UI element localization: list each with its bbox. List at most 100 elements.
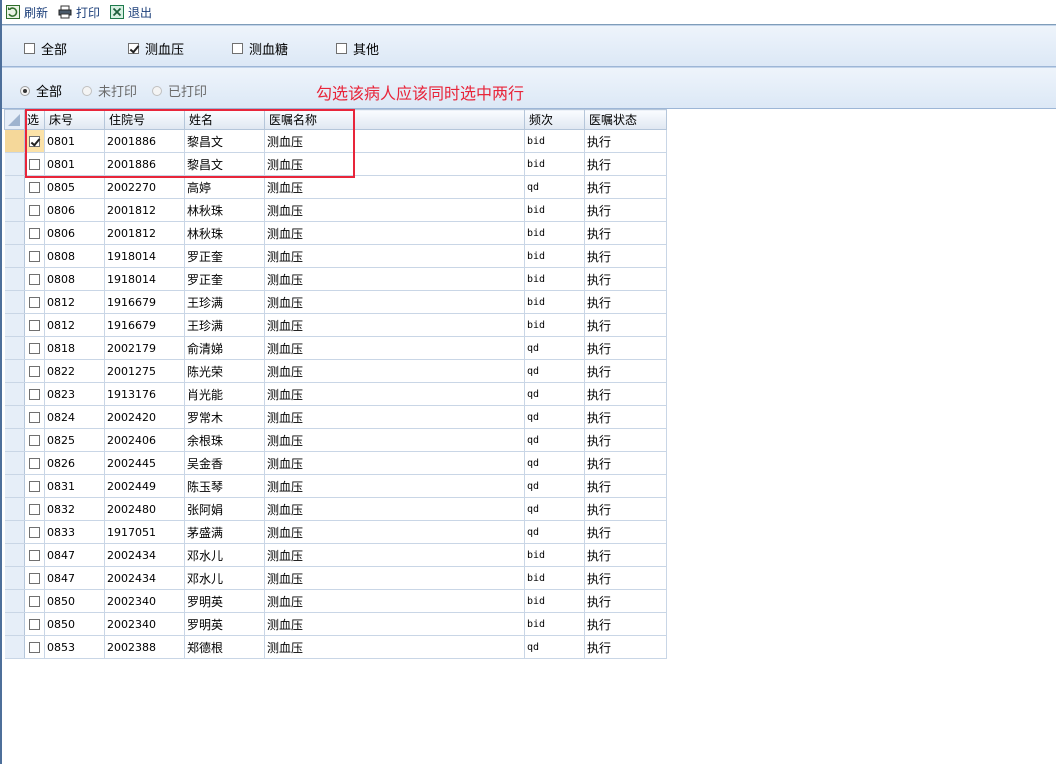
row-checkbox[interactable] xyxy=(29,158,40,170)
row-checkbox[interactable] xyxy=(29,641,40,653)
filter-all-checkbox-box[interactable] xyxy=(24,43,35,54)
row-select-cell[interactable] xyxy=(24,428,45,452)
row-header[interactable] xyxy=(4,359,25,383)
row-checkbox[interactable] xyxy=(29,618,40,630)
table-row[interactable]: 0806 2001812 林秋珠 测血压 bid 执行 xyxy=(4,221,667,245)
row-checkbox[interactable] xyxy=(29,480,40,492)
filter-blood-glucose-checkbox-box[interactable] xyxy=(232,43,243,54)
row-header[interactable] xyxy=(4,589,25,613)
table-row[interactable]: 0825 2002406 余根珠 测血压 qd 执行 xyxy=(4,428,667,452)
table-row[interactable]: 0812 1916679 王珍满 测血压 bid 执行 xyxy=(4,313,667,337)
column-header-order-status[interactable]: 医嘱状态 xyxy=(584,109,667,130)
column-header-frequency[interactable]: 频次 xyxy=(524,109,585,130)
row-header[interactable] xyxy=(4,635,25,659)
table-row[interactable]: 0818 2002179 俞清娣 测血压 qd 执行 xyxy=(4,336,667,360)
table-row[interactable]: 0822 2001275 陈光荣 测血压 qd 执行 xyxy=(4,359,667,383)
row-header[interactable] xyxy=(4,497,25,521)
row-select-cell[interactable] xyxy=(24,635,45,659)
table-row[interactable]: 0808 1918014 罗正奎 测血压 bid 执行 xyxy=(4,267,667,291)
row-checkbox[interactable] xyxy=(29,457,40,469)
row-header[interactable] xyxy=(4,175,25,199)
table-row[interactable]: 0826 2002445 吴金香 测血压 qd 执行 xyxy=(4,451,667,475)
table-row[interactable]: 0824 2002420 罗常木 测血压 qd 执行 xyxy=(4,405,667,429)
row-select-cell[interactable] xyxy=(24,267,45,291)
row-header[interactable] xyxy=(4,244,25,268)
row-select-cell[interactable] xyxy=(24,589,45,613)
table-row[interactable]: 0833 1917051 茅盛满 测血压 qd 执行 xyxy=(4,520,667,544)
row-checkbox[interactable] xyxy=(29,296,40,308)
row-select-cell[interactable] xyxy=(24,520,45,544)
row-select-cell[interactable] xyxy=(24,290,45,314)
row-header[interactable] xyxy=(4,612,25,636)
table-row[interactable]: 0850 2002340 罗明英 测血压 bid 执行 xyxy=(4,612,667,636)
table-row[interactable]: 0850 2002340 罗明英 测血压 bid 执行 xyxy=(4,589,667,613)
table-row[interactable]: 0831 2002449 陈玉琴 测血压 qd 执行 xyxy=(4,474,667,498)
row-checkbox[interactable] xyxy=(29,365,40,377)
row-select-cell[interactable] xyxy=(24,198,45,222)
row-checkbox[interactable] xyxy=(29,135,40,147)
row-select-cell[interactable] xyxy=(24,474,45,498)
row-select-cell[interactable] xyxy=(24,359,45,383)
radio-printed[interactable]: 已打印 xyxy=(152,81,207,100)
row-checkbox[interactable] xyxy=(29,204,40,216)
radio-all[interactable]: 全部 xyxy=(20,81,62,100)
row-header[interactable] xyxy=(4,129,25,153)
row-header[interactable] xyxy=(4,428,25,452)
column-header-order-name[interactable]: 医嘱名称 xyxy=(264,109,525,130)
column-header-admission[interactable]: 住院号 xyxy=(104,109,185,130)
row-checkbox[interactable] xyxy=(29,250,40,262)
row-checkbox[interactable] xyxy=(29,526,40,538)
row-checkbox[interactable] xyxy=(29,572,40,584)
radio-all-dot[interactable] xyxy=(20,85,30,96)
filter-other-checkbox[interactable]: 其他 xyxy=(336,39,379,58)
row-header[interactable] xyxy=(4,474,25,498)
row-header[interactable] xyxy=(4,336,25,360)
row-checkbox[interactable] xyxy=(29,595,40,607)
row-select-cell[interactable] xyxy=(24,382,45,406)
row-select-cell[interactable] xyxy=(24,244,45,268)
column-header-select[interactable]: 选 xyxy=(24,109,45,130)
row-select-cell[interactable] xyxy=(24,497,45,521)
table-row[interactable]: 0806 2001812 林秋珠 测血压 bid 执行 xyxy=(4,198,667,222)
table-row[interactable]: 0808 1918014 罗正奎 测血压 bid 执行 xyxy=(4,244,667,268)
table-row[interactable]: 0847 2002434 邓水儿 测血压 bid 执行 xyxy=(4,566,667,590)
row-header[interactable] xyxy=(4,290,25,314)
grid-corner-cell[interactable] xyxy=(4,109,25,130)
row-header[interactable] xyxy=(4,313,25,337)
refresh-button[interactable]: 刷新 xyxy=(6,1,48,23)
filter-blood-pressure-checkbox-box[interactable] xyxy=(128,43,139,54)
row-checkbox[interactable] xyxy=(29,227,40,239)
row-checkbox[interactable] xyxy=(29,181,40,193)
row-header[interactable] xyxy=(4,382,25,406)
row-select-cell[interactable] xyxy=(24,129,45,153)
row-select-cell[interactable] xyxy=(24,152,45,176)
row-select-cell[interactable] xyxy=(24,313,45,337)
row-select-cell[interactable] xyxy=(24,336,45,360)
row-header[interactable] xyxy=(4,405,25,429)
row-checkbox[interactable] xyxy=(29,503,40,515)
print-button[interactable]: 打印 xyxy=(58,1,100,23)
exit-button[interactable]: 退出 xyxy=(110,1,152,23)
row-header[interactable] xyxy=(4,152,25,176)
radio-unprinted[interactable]: 未打印 xyxy=(82,81,137,100)
filter-all-checkbox[interactable]: 全部 xyxy=(24,39,67,58)
table-row[interactable]: 0847 2002434 邓水儿 测血压 bid 执行 xyxy=(4,543,667,567)
row-header[interactable] xyxy=(4,198,25,222)
row-checkbox[interactable] xyxy=(29,434,40,446)
table-row[interactable]: 0805 2002270 高婷 测血压 qd 执行 xyxy=(4,175,667,199)
row-header[interactable] xyxy=(4,520,25,544)
row-select-cell[interactable] xyxy=(24,405,45,429)
row-header[interactable] xyxy=(4,221,25,245)
radio-unprinted-dot[interactable] xyxy=(82,85,92,96)
row-header[interactable] xyxy=(4,543,25,567)
row-checkbox[interactable] xyxy=(29,273,40,285)
table-row[interactable]: 0853 2002388 郑德根 测血压 qd 执行 xyxy=(4,635,667,659)
row-checkbox[interactable] xyxy=(29,342,40,354)
filter-blood-glucose-checkbox[interactable]: 测血糖 xyxy=(232,39,288,58)
column-header-bed[interactable]: 床号 xyxy=(44,109,105,130)
radio-printed-dot[interactable] xyxy=(152,85,162,96)
row-select-cell[interactable] xyxy=(24,612,45,636)
table-row[interactable]: 0801 2001886 黎昌文 测血压 bid 执行 xyxy=(4,129,667,153)
table-row[interactable]: 0812 1916679 王珍满 测血压 bid 执行 xyxy=(4,290,667,314)
row-checkbox[interactable] xyxy=(29,388,40,400)
